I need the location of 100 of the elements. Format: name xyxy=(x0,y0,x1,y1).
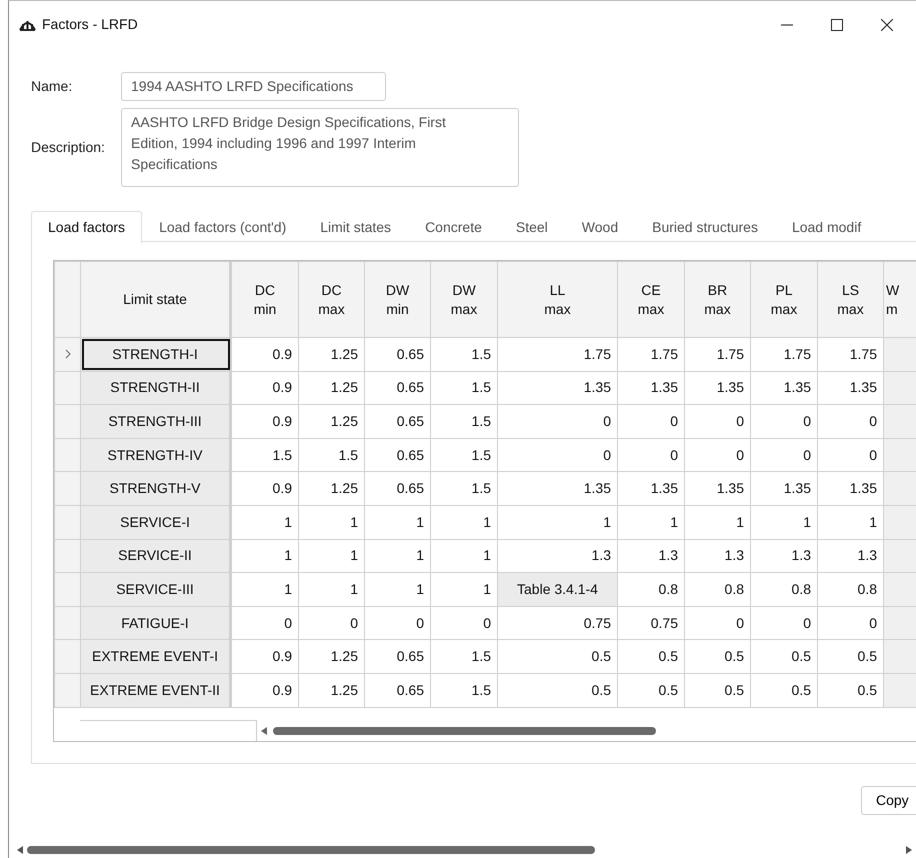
table-cell[interactable]: 1 xyxy=(364,505,430,540)
table-cell[interactable]: 0 xyxy=(750,606,818,640)
table-cell[interactable]: 1 xyxy=(684,505,750,540)
table-cell[interactable]: 0.75 xyxy=(498,606,618,640)
table-cell[interactable]: 1 xyxy=(298,505,364,540)
table-cell[interactable]: 1.35 xyxy=(750,472,818,506)
table-cell[interactable]: 0 xyxy=(498,404,618,438)
table-cell[interactable]: Table 3.4.1-4 xyxy=(498,572,618,606)
table-cell[interactable]: 0.8 xyxy=(684,572,750,606)
table-cell[interactable]: 1.5 xyxy=(430,404,498,438)
table-cell[interactable]: 0.9 xyxy=(230,338,298,372)
table-cell[interactable]: 1 xyxy=(364,572,430,606)
table-cell[interactable]: 1 xyxy=(364,539,430,573)
table-cell[interactable]: 0.8 xyxy=(750,572,818,606)
table-cell[interactable]: 0 xyxy=(750,404,818,438)
table-cell[interactable]: 0 xyxy=(298,606,364,640)
table-cell[interactable]: 0.65 xyxy=(364,640,430,674)
table-cell[interactable]: 1.35 xyxy=(498,472,618,506)
table-cell[interactable]: 0 xyxy=(618,438,684,472)
table-cell[interactable]: 0 xyxy=(230,606,298,640)
table-cell[interactable]: 1.5 xyxy=(430,338,498,372)
table-cell[interactable]: 1.25 xyxy=(298,371,364,405)
table-cell[interactable]: 1.25 xyxy=(298,338,364,372)
row-header-cell[interactable]: STRENGTH-II xyxy=(80,371,230,405)
row-header-cell[interactable]: STRENGTH-IV xyxy=(80,438,230,472)
table-cell[interactable]: 1 xyxy=(430,539,498,573)
table-cell[interactable]: 1 xyxy=(498,505,618,540)
table-cell[interactable]: 0.5 xyxy=(750,640,818,674)
table-cell[interactable]: 1.75 xyxy=(618,338,684,372)
table-cell[interactable]: 0.65 xyxy=(364,472,430,506)
table-cell[interactable]: 0.9 xyxy=(230,404,298,438)
row-header-cell[interactable]: SERVICE-III xyxy=(80,572,230,606)
table-cell[interactable]: 1.35 xyxy=(618,371,684,405)
tab[interactable]: Concrete xyxy=(408,211,499,242)
table-cell[interactable]: 0.65 xyxy=(364,338,430,372)
table-cell[interactable]: 0.65 xyxy=(364,438,430,472)
scroll-right-icon[interactable] xyxy=(906,846,912,854)
row-header-cell[interactable]: STRENGTH-V xyxy=(80,472,230,506)
table-cell[interactable]: 0.75 xyxy=(618,606,684,640)
table-cell[interactable]: 0.65 xyxy=(364,673,430,708)
copy-button[interactable]: Copy xyxy=(861,786,916,815)
table-cell[interactable]: 1 xyxy=(430,505,498,540)
table-cell[interactable]: 0 xyxy=(684,606,750,640)
row-header-cell[interactable]: EXTREME EVENT-I xyxy=(80,640,230,674)
tab[interactable]: Steel xyxy=(498,211,565,242)
table-cell[interactable]: 1.25 xyxy=(298,404,364,438)
tab[interactable]: Wood xyxy=(564,211,636,242)
table-cell[interactable]: 1 xyxy=(618,505,684,540)
row-header-cell[interactable]: SERVICE-II xyxy=(80,539,230,573)
table-cell[interactable]: 0.5 xyxy=(498,640,618,674)
table-cell[interactable]: 1.25 xyxy=(298,673,364,708)
table-cell[interactable]: 0.65 xyxy=(364,371,430,405)
table-cell[interactable]: 1.75 xyxy=(684,338,750,372)
description-field[interactable]: AASHTO LRFD Bridge Design Specifications, First Edition, 1994 including 1996 and 1997 Interim Specifications xyxy=(121,108,519,187)
table-cell[interactable]: 0.5 xyxy=(750,673,818,708)
scrollbar-thumb[interactable] xyxy=(273,726,656,735)
tab[interactable]: Load factors xyxy=(31,211,142,243)
table-cell[interactable]: 0 xyxy=(684,404,750,438)
table-cell[interactable]: 1 xyxy=(230,505,298,540)
table-cell[interactable]: 0.65 xyxy=(364,404,430,438)
scrollbar-thumb[interactable] xyxy=(27,846,595,854)
table-cell[interactable]: 1.5 xyxy=(430,371,498,405)
table-cell[interactable]: 0.5 xyxy=(618,640,684,674)
table-cell[interactable]: 1.35 xyxy=(618,472,684,506)
table-cell[interactable]: 0 xyxy=(750,438,818,472)
table-cell[interactable]: 1.3 xyxy=(684,539,750,573)
table-cell[interactable]: 1.5 xyxy=(430,640,498,674)
table-cell[interactable]: 0.9 xyxy=(230,371,298,405)
row-header-cell[interactable]: STRENGTH-I xyxy=(80,338,230,372)
table-cell[interactable]: 1 xyxy=(750,505,818,540)
table-cell[interactable]: 1.5 xyxy=(430,438,498,472)
table-cell[interactable]: 1.3 xyxy=(750,539,818,573)
table-cell[interactable]: 0.8 xyxy=(618,572,684,606)
table-cell[interactable]: 1.35 xyxy=(684,472,750,506)
row-header-cell[interactable]: STRENGTH-III xyxy=(80,404,230,438)
table-cell[interactable]: 0 xyxy=(364,606,430,640)
table-cell[interactable]: 1.35 xyxy=(498,371,618,405)
table-cell[interactable]: 1.35 xyxy=(750,371,818,405)
table-cell[interactable]: 0.9 xyxy=(230,640,298,674)
table-cell[interactable]: 1 xyxy=(230,572,298,606)
table-cell[interactable]: 0 xyxy=(684,438,750,472)
scroll-left-icon[interactable] xyxy=(17,846,23,854)
tab[interactable]: Load factors (cont'd) xyxy=(142,211,304,242)
table-cell[interactable]: 0.5 xyxy=(498,673,618,708)
table-cell[interactable]: 0.5 xyxy=(684,640,750,674)
tab[interactable]: Buried structures xyxy=(635,211,775,242)
row-header-cell[interactable]: SERVICE-I xyxy=(80,505,230,540)
table-cell[interactable]: 1 xyxy=(230,539,298,573)
table-cell[interactable]: 1.75 xyxy=(750,338,818,372)
table-cell[interactable]: 0.5 xyxy=(618,673,684,708)
table-cell[interactable]: 0 xyxy=(430,606,498,640)
table-cell[interactable]: 0.9 xyxy=(230,472,298,506)
table-cell[interactable]: 0.5 xyxy=(684,673,750,708)
tab[interactable]: Limit states xyxy=(303,211,408,242)
table-cell[interactable]: 1.75 xyxy=(498,338,618,372)
row-header-cell[interactable]: EXTREME EVENT-II xyxy=(80,673,230,708)
table-cell[interactable]: 1.5 xyxy=(298,438,364,472)
tab[interactable]: Load modif xyxy=(774,211,878,242)
table-cell[interactable]: 1.5 xyxy=(430,472,498,506)
table-cell[interactable]: 1.5 xyxy=(430,673,498,708)
